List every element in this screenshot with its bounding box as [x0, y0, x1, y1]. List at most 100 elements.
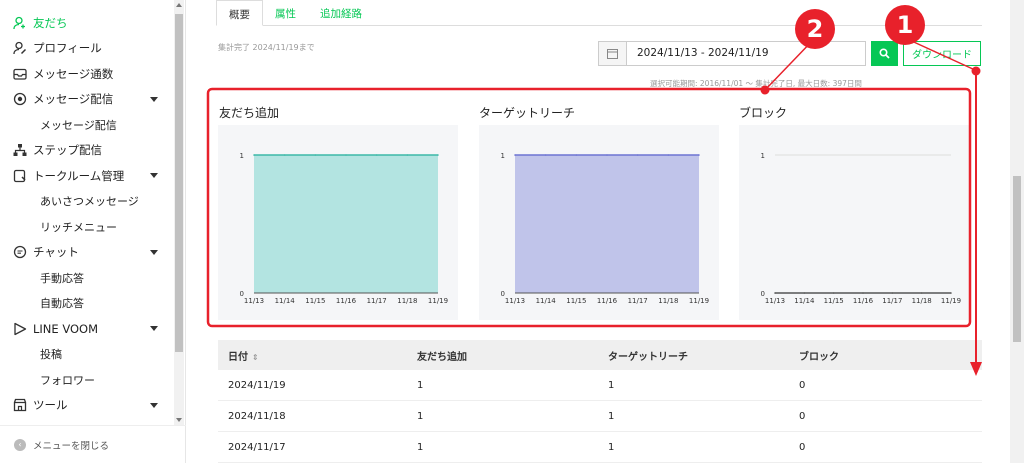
- data-point: [636, 154, 639, 156]
- sidebar-item-label: プロフィール: [33, 41, 102, 56]
- x-tick-label: 11/19: [941, 297, 961, 305]
- chevron-down-icon: [150, 249, 158, 255]
- chart-panel: 0 1 11/13 11/14 11/15 11/16 11/17 11/18 11/19: [739, 125, 971, 320]
- x-tick-label: 11/17: [367, 297, 387, 305]
- chevron-down-icon: [150, 402, 158, 408]
- calendar-icon[interactable]: [599, 42, 627, 65]
- x-tick-label: 11/14: [536, 297, 557, 305]
- chart-svg: 0111/13 11/14 11/15 11/16 11/17 11/18 11/19: [240, 152, 449, 305]
- play-icon: [13, 322, 27, 336]
- cell-block: 0: [799, 441, 806, 453]
- x-tick-label: 11/18: [397, 297, 417, 305]
- sidebar-item-step[interactable]: ステップ配信: [0, 138, 172, 164]
- period-note: 選択可能期間: 2016/11/01 〜 集計完了日, 最大日数: 397日間: [650, 79, 862, 88]
- chevron-left-icon: ‹: [14, 438, 26, 451]
- x-tick-label: 11/16: [597, 297, 618, 305]
- x-tick-label: 11/18: [912, 297, 932, 305]
- sidebar-menu: 友だち プロフィール メッセージ通数 メッセージ配信 メッセージ配信 ステップ配…: [0, 0, 172, 425]
- annotation-badge-1: 1: [885, 5, 925, 45]
- sidebar-subitem-label: あいさつメッセージ: [40, 195, 139, 209]
- data-point: [253, 154, 255, 156]
- cell-reach: 1: [608, 441, 615, 453]
- x-tick-label: 11/15: [305, 297, 325, 305]
- tab-attributes[interactable]: 属性: [263, 0, 308, 26]
- data-point: [375, 154, 378, 156]
- sidebar-item-talkroom[interactable]: トークルーム管理: [0, 163, 172, 189]
- sidebar-scrollbar[interactable]: [174, 0, 184, 425]
- data-point: [437, 154, 439, 156]
- date-range-value[interactable]: 2024/11/13 - 2024/11/19: [627, 42, 769, 65]
- sidebar-item-friends[interactable]: 友だち: [0, 10, 172, 36]
- sidebar-subitem-label: 自動応答: [40, 297, 84, 311]
- sidebar-subitem-manual-reply[interactable]: 手動応答: [0, 265, 172, 291]
- user-add-icon: [13, 16, 27, 30]
- tab-overview[interactable]: 概要: [216, 0, 263, 26]
- sidebar-item-profile[interactable]: プロフィール: [0, 36, 172, 62]
- sidebar-subitem-label: フォロワー: [40, 373, 95, 387]
- data-point: [667, 154, 670, 156]
- chart-panel: 0 1 11/13 11/14 11/15 11/16 11/17 11/18 11/19: [218, 125, 458, 320]
- main-scrollbar[interactable]: [1010, 0, 1024, 463]
- data-point: [698, 154, 700, 156]
- x-tick-label: 11/16: [853, 297, 874, 305]
- tab-sources[interactable]: 追加経路: [308, 0, 374, 26]
- close-menu-button[interactable]: ‹ メニューを閉じる: [0, 425, 186, 463]
- cell-date: 2024/11/19: [228, 379, 286, 391]
- chart-svg: 0111/13 11/14 11/15 11/16 11/17 11/18 11/19: [501, 152, 710, 305]
- series-area: [515, 155, 699, 293]
- shop-icon: [13, 398, 27, 412]
- sidebar-item-label: 友だち: [33, 15, 68, 30]
- cell-friends: 1: [417, 410, 424, 422]
- sort-icon[interactable]: ⇕: [252, 353, 259, 362]
- main-scrollbar-thumb[interactable]: [1013, 176, 1021, 342]
- sidebar-subitem-broadcast[interactable]: メッセージ配信: [0, 112, 172, 138]
- data-point: [345, 154, 347, 156]
- chart-title: ブロック: [739, 106, 788, 120]
- chevron-down-icon: [150, 173, 158, 178]
- header-friends: 友だち追加: [417, 351, 467, 363]
- header-date[interactable]: 日付 ⇕: [218, 348, 409, 363]
- x-tick-label: 11/19: [428, 297, 448, 305]
- header-reach: ターゲットリーチ: [608, 351, 688, 363]
- close-menu-label: メニューを閉じる: [33, 440, 110, 452]
- download-button[interactable]: ダウンロード: [903, 41, 981, 66]
- table-header: 日付 ⇕ 友だち追加 ターゲットリーチ ブロック: [218, 340, 982, 370]
- sidebar-subitem-richmenu[interactable]: リッチメニュー: [0, 214, 172, 240]
- search-button[interactable]: [871, 41, 898, 66]
- data-point: [514, 154, 516, 156]
- sidebar-subitem-label: リッチメニュー: [40, 220, 117, 234]
- scroll-down-icon[interactable]: [176, 418, 182, 422]
- header-block: ブロック: [799, 351, 839, 363]
- data-point: [832, 292, 835, 294]
- cell-block: 0: [799, 410, 806, 422]
- sidebar-item-label: チャット: [33, 245, 79, 260]
- data-point: [774, 292, 776, 294]
- table-row: 2024/11/18 1 1 0: [218, 401, 982, 432]
- sidebar-item-chat[interactable]: チャット: [0, 240, 172, 266]
- cell-friends: 1: [417, 441, 424, 453]
- user-edit-icon: [13, 41, 27, 55]
- sidebar-subitem-greeting[interactable]: あいさつメッセージ: [0, 189, 172, 215]
- sidebar-item-broadcast[interactable]: メッセージ配信: [0, 87, 172, 113]
- sidebar-scrollbar-thumb[interactable]: [175, 14, 183, 352]
- x-tick-label: 11/15: [566, 297, 586, 305]
- chevron-down-icon: [150, 96, 158, 102]
- x-tick-label: 11/14: [275, 297, 296, 305]
- sidebar-item-message-count[interactable]: メッセージ通数: [0, 61, 172, 87]
- sidebar-item-tools[interactable]: ツール: [0, 393, 172, 419]
- sidebar-item-label: LINE VOOM: [33, 321, 99, 336]
- sidebar-item-voom[interactable]: LINE VOOM: [0, 316, 172, 342]
- sidebar-subitem-posts[interactable]: 投稿: [0, 342, 172, 368]
- data-point: [283, 154, 286, 156]
- data-point: [575, 154, 578, 156]
- sidebar-subitem-auto-reply[interactable]: 自動応答: [0, 291, 172, 317]
- sidebar-subitem-label: 手動応答: [40, 271, 84, 285]
- chart-svg: 0111/13 11/14 11/15 11/16 11/17 11/18 11/19: [761, 152, 962, 305]
- scroll-up-icon[interactable]: [176, 3, 182, 7]
- data-point: [950, 292, 952, 294]
- sidebar-subitem-followers[interactable]: フォロワー: [0, 367, 172, 393]
- cell-reach: 1: [608, 379, 615, 391]
- x-tick-label: 11/16: [336, 297, 357, 305]
- data-point: [406, 154, 409, 156]
- sidebar-item-label: ステップ配信: [33, 143, 102, 158]
